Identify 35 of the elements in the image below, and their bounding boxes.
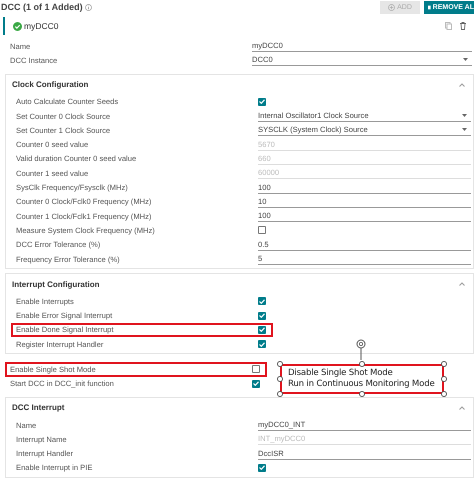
checkbox[interactable] <box>258 312 266 320</box>
resize-handle[interactable] <box>441 391 447 397</box>
resize-handle[interactable] <box>277 391 283 397</box>
plus-circle-icon <box>388 4 396 10</box>
checkbox[interactable] <box>258 98 266 106</box>
caret-icon <box>463 58 468 62</box>
section-title: Clock Configuration <box>12 80 88 90</box>
resize-handle[interactable] <box>277 376 283 382</box>
chevron-icon[interactable] <box>459 406 465 410</box>
checkbox[interactable] <box>258 464 266 472</box>
callout-text: Disable Single Shot Mode <box>288 368 394 379</box>
document-icon <box>428 4 431 10</box>
checkbox[interactable] <box>252 365 260 374</box>
section-title: DCC Interrupt <box>12 403 64 412</box>
callout-text: Run in Continuous Monitoring Mode <box>288 379 436 390</box>
checkbox[interactable] <box>258 340 266 348</box>
page-title: DCC (1 of 1 Added) <box>0 2 83 12</box>
checkbox[interactable] <box>258 326 266 334</box>
resize-handle[interactable] <box>359 361 365 367</box>
check-circle-icon <box>13 22 22 30</box>
chevron-icon[interactable] <box>459 282 465 286</box>
caret-icon <box>462 128 467 132</box>
resize-handle[interactable] <box>277 361 283 367</box>
checkbox[interactable] <box>258 226 266 234</box>
caret-icon <box>462 114 467 118</box>
trash-icon[interactable] <box>460 22 466 30</box>
chevron-icon[interactable] <box>459 82 465 87</box>
checkbox[interactable] <box>258 297 266 306</box>
resize-handle[interactable] <box>441 361 447 367</box>
rotate-handle-icon <box>355 338 367 360</box>
instance-bar[interactable]: myDCC0 <box>3 17 474 35</box>
info-icon <box>84 4 92 10</box>
checkbox[interactable] <box>252 380 260 388</box>
section-title: Interrupt Configuration <box>12 280 100 289</box>
instance-name: myDCC0 <box>24 21 58 31</box>
